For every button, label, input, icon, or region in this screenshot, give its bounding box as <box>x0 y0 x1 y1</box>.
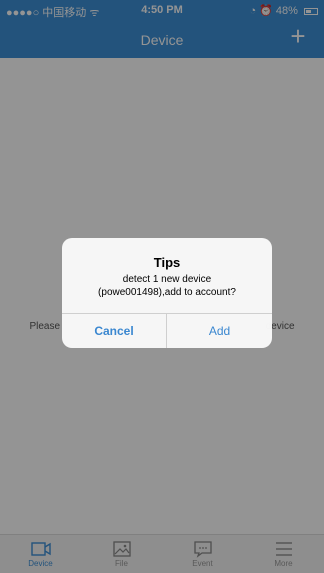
dialog-actions: Cancel Add <box>62 313 272 348</box>
dialog-message: detect 1 new device (powe001498),add to … <box>72 273 262 299</box>
cancel-button[interactable]: Cancel <box>62 314 167 348</box>
dialog-message-line2: (powe001498),add to account? <box>98 287 236 298</box>
tips-dialog: Tips detect 1 new device (powe001498),ad… <box>62 238 272 348</box>
dialog-title: Tips <box>153 255 181 270</box>
dialog-message-line1: detect 1 new device <box>122 274 212 285</box>
add-button[interactable]: Add <box>167 314 272 348</box>
